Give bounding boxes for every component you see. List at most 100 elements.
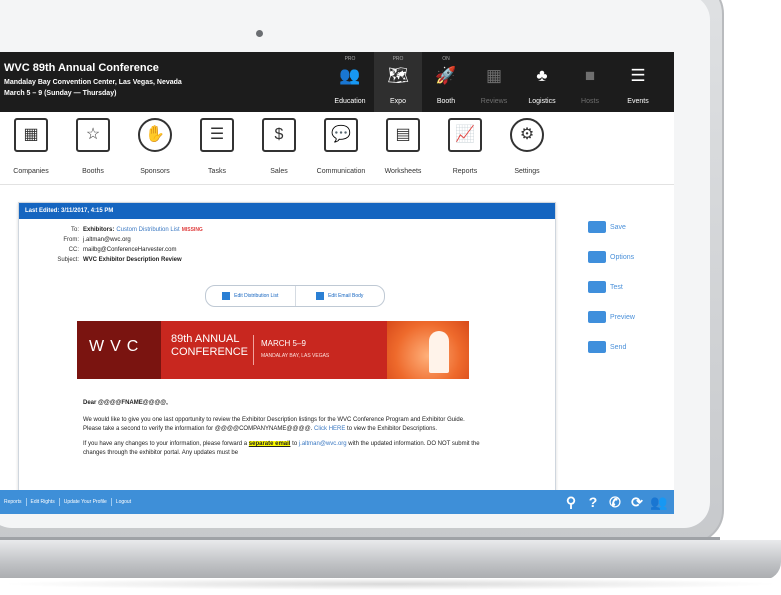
top-nav-education[interactable]: PRO 👥 Education xyxy=(326,52,374,112)
laptop-base xyxy=(0,540,781,580)
module-label: Tasks xyxy=(208,168,226,175)
module-sales[interactable]: $ Sales xyxy=(248,114,310,184)
module-worksheets[interactable]: ▤ Worksheets xyxy=(372,114,434,184)
distribution-icon xyxy=(222,291,231,300)
module-settings[interactable]: ⚙ Settings xyxy=(496,114,558,184)
conference-banner: WVC 89th ANNUAL CONFERENCE MARCH 5–9 MAN… xyxy=(77,321,469,379)
send-label: Send xyxy=(610,343,627,351)
module-reports[interactable]: 📈 Reports xyxy=(434,114,496,184)
map-icon: 🗺 xyxy=(387,66,409,85)
email-side-actions: Save Options Test Preview Send xyxy=(588,212,668,362)
from-row: From: j.altman@wvc.org xyxy=(25,235,203,245)
top-nav-hosts[interactable]: ■ Hosts xyxy=(566,52,614,112)
top-nav-booth[interactable]: ON 🚀 Booth xyxy=(422,52,470,112)
top-nav-label: Booth xyxy=(436,98,456,105)
module-label: Settings xyxy=(514,168,540,175)
preview-button[interactable]: Preview xyxy=(588,302,668,332)
footer-link-reports[interactable]: Reports xyxy=(0,498,27,506)
para1-text-b: to view the Exhibitor Descriptions. xyxy=(347,426,438,432)
module-label: Companies xyxy=(13,168,49,175)
top-nav-label: Hosts xyxy=(581,98,599,105)
banner-person-figure xyxy=(429,331,449,373)
email-greeting: Dear @@@@FNAME@@@@, xyxy=(83,400,168,406)
module-booths[interactable]: ☆ Booths xyxy=(62,114,124,184)
options-icon xyxy=(588,251,606,263)
subject-row: Subject: WVC Exhibitor Description Revie… xyxy=(25,255,203,265)
module-label: Reports xyxy=(452,168,478,175)
save-icon xyxy=(588,221,606,233)
banner-divider xyxy=(253,335,254,365)
para2-text-b: to xyxy=(292,441,298,447)
rocket-icon: 🚀 xyxy=(435,66,457,85)
users-icon[interactable]: 👥 xyxy=(648,494,670,511)
speech-bubbles-icon: 💬 xyxy=(324,118,358,152)
distribution-list-link[interactable]: Custom Distribution List xyxy=(116,225,179,235)
app-header: WVC 89th Annual Conference Mandalay Bay … xyxy=(0,52,674,112)
nav-tag: PRO xyxy=(344,56,356,62)
save-label: Save xyxy=(610,223,626,231)
footer-link-edit-rights[interactable]: Edit Rights xyxy=(27,498,60,506)
preview-icon xyxy=(588,311,606,323)
from-value: j.altman@wvc.org xyxy=(83,237,131,243)
separate-email-link[interactable]: separate email xyxy=(248,441,291,447)
refresh-icon[interactable]: ⟳ xyxy=(626,494,648,511)
line-chart-icon: 📈 xyxy=(448,118,482,152)
module-tasks[interactable]: ☰ Tasks xyxy=(186,114,248,184)
top-nav: PRO 👥 Education PRO 🗺 Expo ON 🚀 Booth ▦ … xyxy=(326,52,662,112)
edit-email-body-button[interactable]: Edit Email Body xyxy=(296,286,385,306)
options-label: Options xyxy=(610,253,635,261)
nav-tag: PRO xyxy=(392,56,404,62)
banner-date: MARCH 5–9 xyxy=(261,339,306,348)
module-companies[interactable]: ▦ Companies xyxy=(0,114,62,184)
footer-link-logout[interactable]: Logout xyxy=(112,498,135,506)
footer-link-update-profile[interactable]: Update Your Profile xyxy=(60,498,112,506)
edit-body-label: Edit Email Body xyxy=(328,293,364,299)
module-communication[interactable]: 💬 Communication xyxy=(310,114,372,184)
top-nav-reviews[interactable]: ▦ Reviews xyxy=(470,52,518,112)
top-nav-logistics[interactable]: ♣ Logistics xyxy=(518,52,566,112)
send-button[interactable]: Send xyxy=(588,332,668,362)
to-row: To: Exhibitors: Custom Distribution List… xyxy=(25,225,203,235)
chat-icon: ▦ xyxy=(485,66,503,85)
dollar-icon: $ xyxy=(262,118,296,152)
banner-annual-line2: CONFERENCE xyxy=(171,346,249,358)
booth-grid-icon: ☆ xyxy=(76,118,110,152)
banner-annual-line1: 89th ANNUAL xyxy=(171,333,240,345)
conference-venue: Mandalay Bay Convention Center, Las Vega… xyxy=(4,79,182,86)
laptop-shadow xyxy=(0,578,781,590)
app-screen: WVC 89th Annual Conference Mandalay Bay … xyxy=(0,52,674,514)
network-icon: ♣ xyxy=(536,66,548,85)
email-paragraph-1: We would like to give you one last oppor… xyxy=(83,416,483,434)
checklist-icon: ☰ xyxy=(200,118,234,152)
banner-venue: MANDALAY BAY, LAS VEGAS xyxy=(261,353,330,359)
email-fields: To: Exhibitors: Custom Distribution List… xyxy=(25,225,203,265)
module-sponsors[interactable]: ✋ Sponsors xyxy=(124,114,186,184)
building-icon: ▦ xyxy=(14,118,48,152)
help-icon[interactable]: ? xyxy=(582,494,604,510)
top-nav-label: Education xyxy=(334,98,366,105)
worksheet-icon: ▤ xyxy=(386,118,420,152)
last-edited-bar: Last Edited: 3/11/2017, 4:15 PM xyxy=(19,203,555,219)
edit-body-icon xyxy=(316,291,325,300)
module-label: Communication xyxy=(316,168,366,175)
top-nav-expo[interactable]: PRO 🗺 Expo xyxy=(374,52,422,112)
edit-distribution-list-button[interactable]: Edit Distribution List xyxy=(206,286,296,306)
to-value: Exhibitors: xyxy=(83,227,115,233)
send-icon xyxy=(588,341,606,353)
top-nav-label: Logistics xyxy=(528,98,556,105)
phone-icon[interactable]: ✆ xyxy=(604,494,626,511)
conference-dates: March 5 – 9 (Sunday — Thursday) xyxy=(4,90,117,97)
search-icon[interactable]: ⚲ xyxy=(560,494,582,511)
save-button[interactable]: Save xyxy=(588,212,668,242)
from-label: From: xyxy=(63,237,79,243)
options-button[interactable]: Options xyxy=(588,242,668,272)
test-button[interactable]: Test xyxy=(588,272,668,302)
test-send-icon xyxy=(588,281,606,293)
webcam xyxy=(256,30,263,37)
click-here-link[interactable]: Click HERE xyxy=(314,426,345,432)
cc-value: mailbg@ConferenceHarvester.com xyxy=(83,247,177,253)
top-nav-events[interactable]: ☰ Events xyxy=(614,52,662,112)
banner-illustration xyxy=(387,321,469,379)
contact-email-link[interactable]: j.altman@wvc.org xyxy=(299,441,347,447)
handshake-icon: ✋ xyxy=(138,118,172,152)
